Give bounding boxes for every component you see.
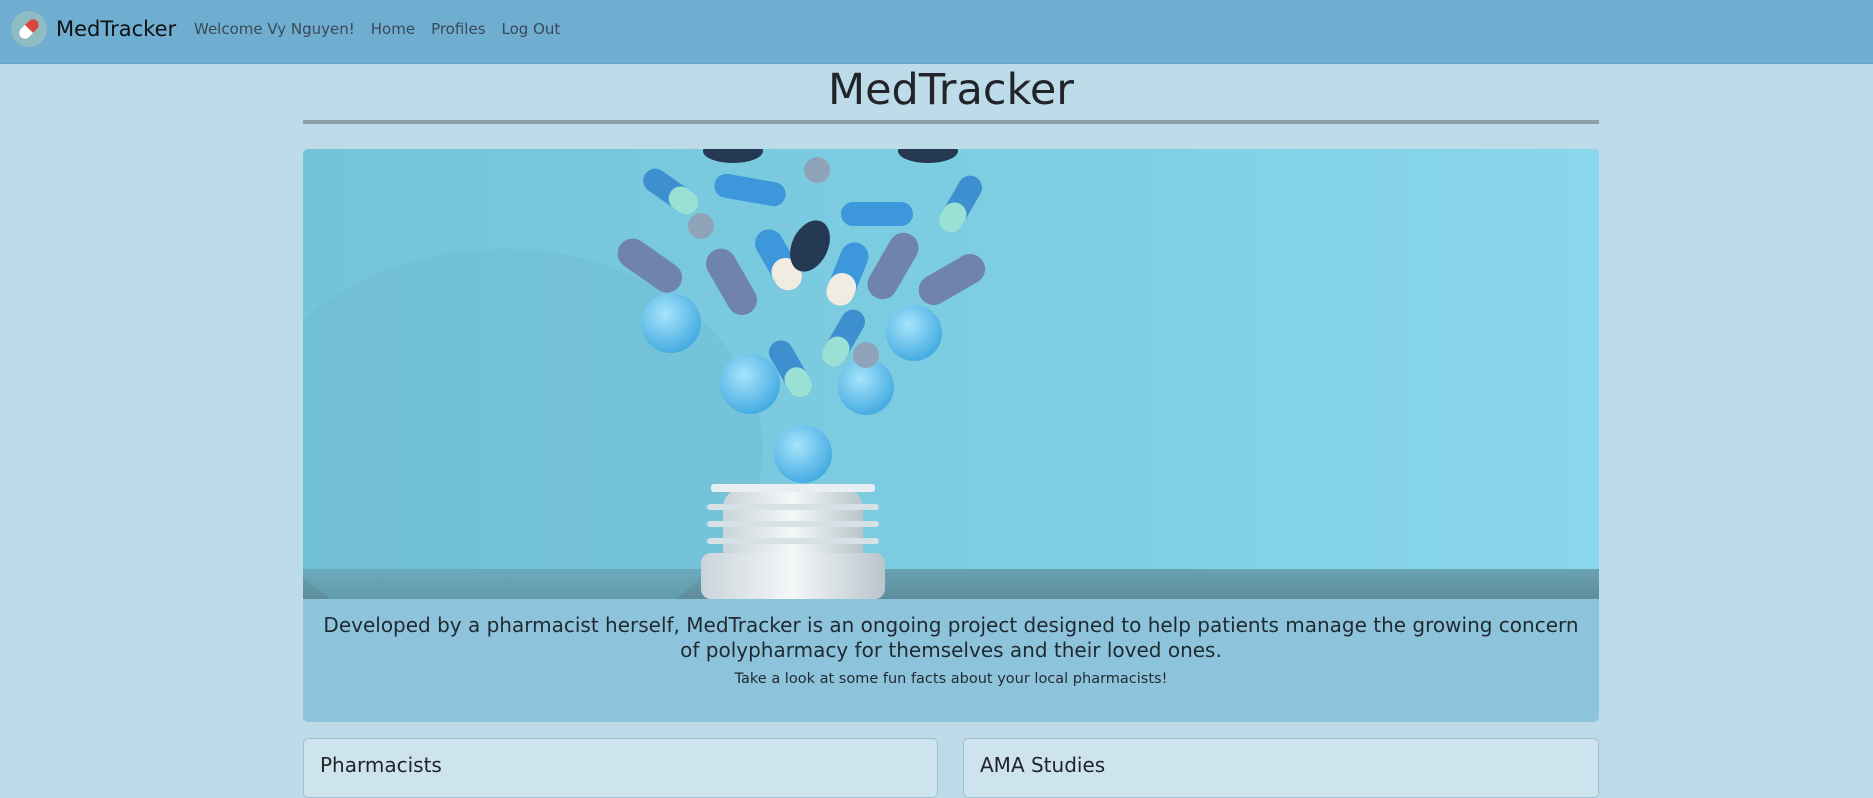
ama-studies-card-title: AMA Studies	[980, 753, 1106, 777]
nav-welcome-link[interactable]: Welcome Vy Nguyen!	[194, 20, 355, 38]
navbar: MedTracker Welcome Vy Nguyen! Home Profi…	[0, 0, 1873, 64]
hero-card: Developed by a pharmacist herself, MedTr…	[303, 149, 1599, 722]
pills-spilling-from-bottle-photo	[303, 149, 1599, 599]
hero-lead-text: Developed by a pharmacist herself, MedTr…	[323, 613, 1579, 662]
nav-links: Welcome Vy Nguyen! Home Profiles Log Out	[194, 20, 576, 38]
ama-studies-card: AMA Studies	[963, 738, 1599, 798]
nav-home-link[interactable]: Home	[371, 20, 415, 38]
hero-caption: Developed by a pharmacist herself, MedTr…	[303, 599, 1599, 687]
pharmacists-card: Pharmacists	[303, 738, 938, 798]
pill-capsule-icon	[10, 10, 48, 48]
page-title: MedTracker	[828, 65, 1074, 115]
brand-name: MedTracker	[56, 17, 177, 41]
title-divider	[303, 120, 1599, 124]
pharmacists-card-title: Pharmacists	[320, 753, 442, 777]
brand-link[interactable]: MedTracker	[10, 9, 176, 49]
hero-sub-text: Take a look at some fun facts about your…	[734, 671, 1168, 687]
nav-profiles-link[interactable]: Profiles	[431, 20, 485, 38]
nav-logout-link[interactable]: Log Out	[502, 20, 561, 38]
